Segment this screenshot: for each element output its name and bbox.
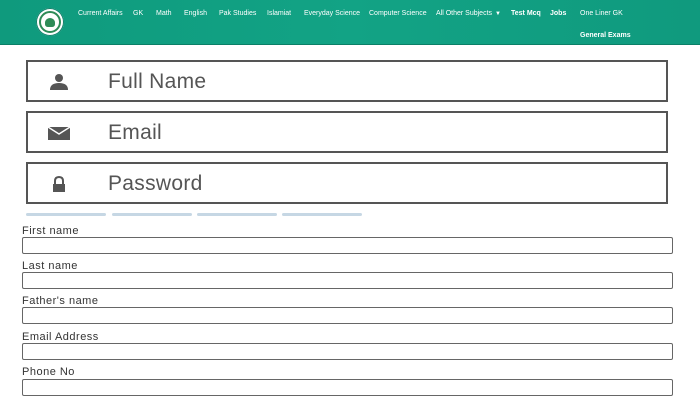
fathers-name-label: Father's name xyxy=(22,295,99,307)
email-address-field[interactable] xyxy=(22,343,673,360)
phone-no-label: Phone No xyxy=(22,366,75,378)
last-name-label: Last name xyxy=(22,260,78,272)
nav-gk[interactable]: GK xyxy=(133,10,143,17)
lock-icon xyxy=(53,176,65,192)
nav-test-mcq[interactable]: Test Mcq xyxy=(511,10,541,17)
password-input[interactable]: Password xyxy=(26,162,668,204)
last-name-field[interactable] xyxy=(22,272,673,289)
progress-segment xyxy=(112,213,192,216)
nav-general-exams[interactable]: General Exams xyxy=(580,32,631,39)
first-name-field[interactable] xyxy=(22,237,673,254)
envelope-icon xyxy=(47,126,71,140)
progress-segment xyxy=(26,213,106,216)
nav-current-affairs[interactable]: Current Affairs xyxy=(78,10,123,17)
nav-math[interactable]: Math xyxy=(156,10,172,17)
nav-everyday-science[interactable]: Everyday Science xyxy=(304,10,360,17)
email-address-label: Email Address xyxy=(22,331,99,343)
caret-down-icon: ▼ xyxy=(495,11,501,17)
nav-islamiat[interactable]: Islamiat xyxy=(267,10,291,17)
full-name-placeholder: Full Name xyxy=(108,70,207,93)
progress-segment xyxy=(282,213,362,216)
password-placeholder: Password xyxy=(108,172,203,195)
top-navbar: Current Affairs GK Math English Pak Stud… xyxy=(0,0,700,45)
first-name-label: First name xyxy=(22,225,79,237)
nav-jobs[interactable]: Jobs xyxy=(550,10,566,17)
user-icon xyxy=(50,74,68,90)
email-placeholder: Email xyxy=(108,121,163,144)
nav-all-other-subjects-label: All Other Subjects xyxy=(436,10,493,17)
nav-one-liner-gk[interactable]: One Liner GK xyxy=(580,10,623,17)
email-input[interactable]: Email xyxy=(26,111,668,153)
full-name-input[interactable]: Full Name xyxy=(26,60,668,102)
nav-pak-studies[interactable]: Pak Studies xyxy=(219,10,256,17)
phone-no-field[interactable] xyxy=(22,379,673,396)
site-logo[interactable] xyxy=(36,8,64,36)
nav-english[interactable]: English xyxy=(184,10,207,17)
fathers-name-field[interactable] xyxy=(22,307,673,324)
nav-all-other-subjects[interactable]: All Other Subjects ▼ xyxy=(436,10,501,17)
nav-computer-science[interactable]: Computer Science xyxy=(369,10,427,17)
progress-segment xyxy=(197,213,277,216)
